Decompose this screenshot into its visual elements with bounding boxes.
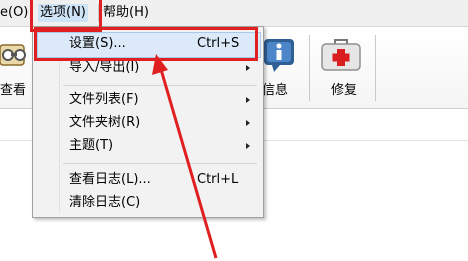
annotation-arrow-icon [152,54,218,259]
